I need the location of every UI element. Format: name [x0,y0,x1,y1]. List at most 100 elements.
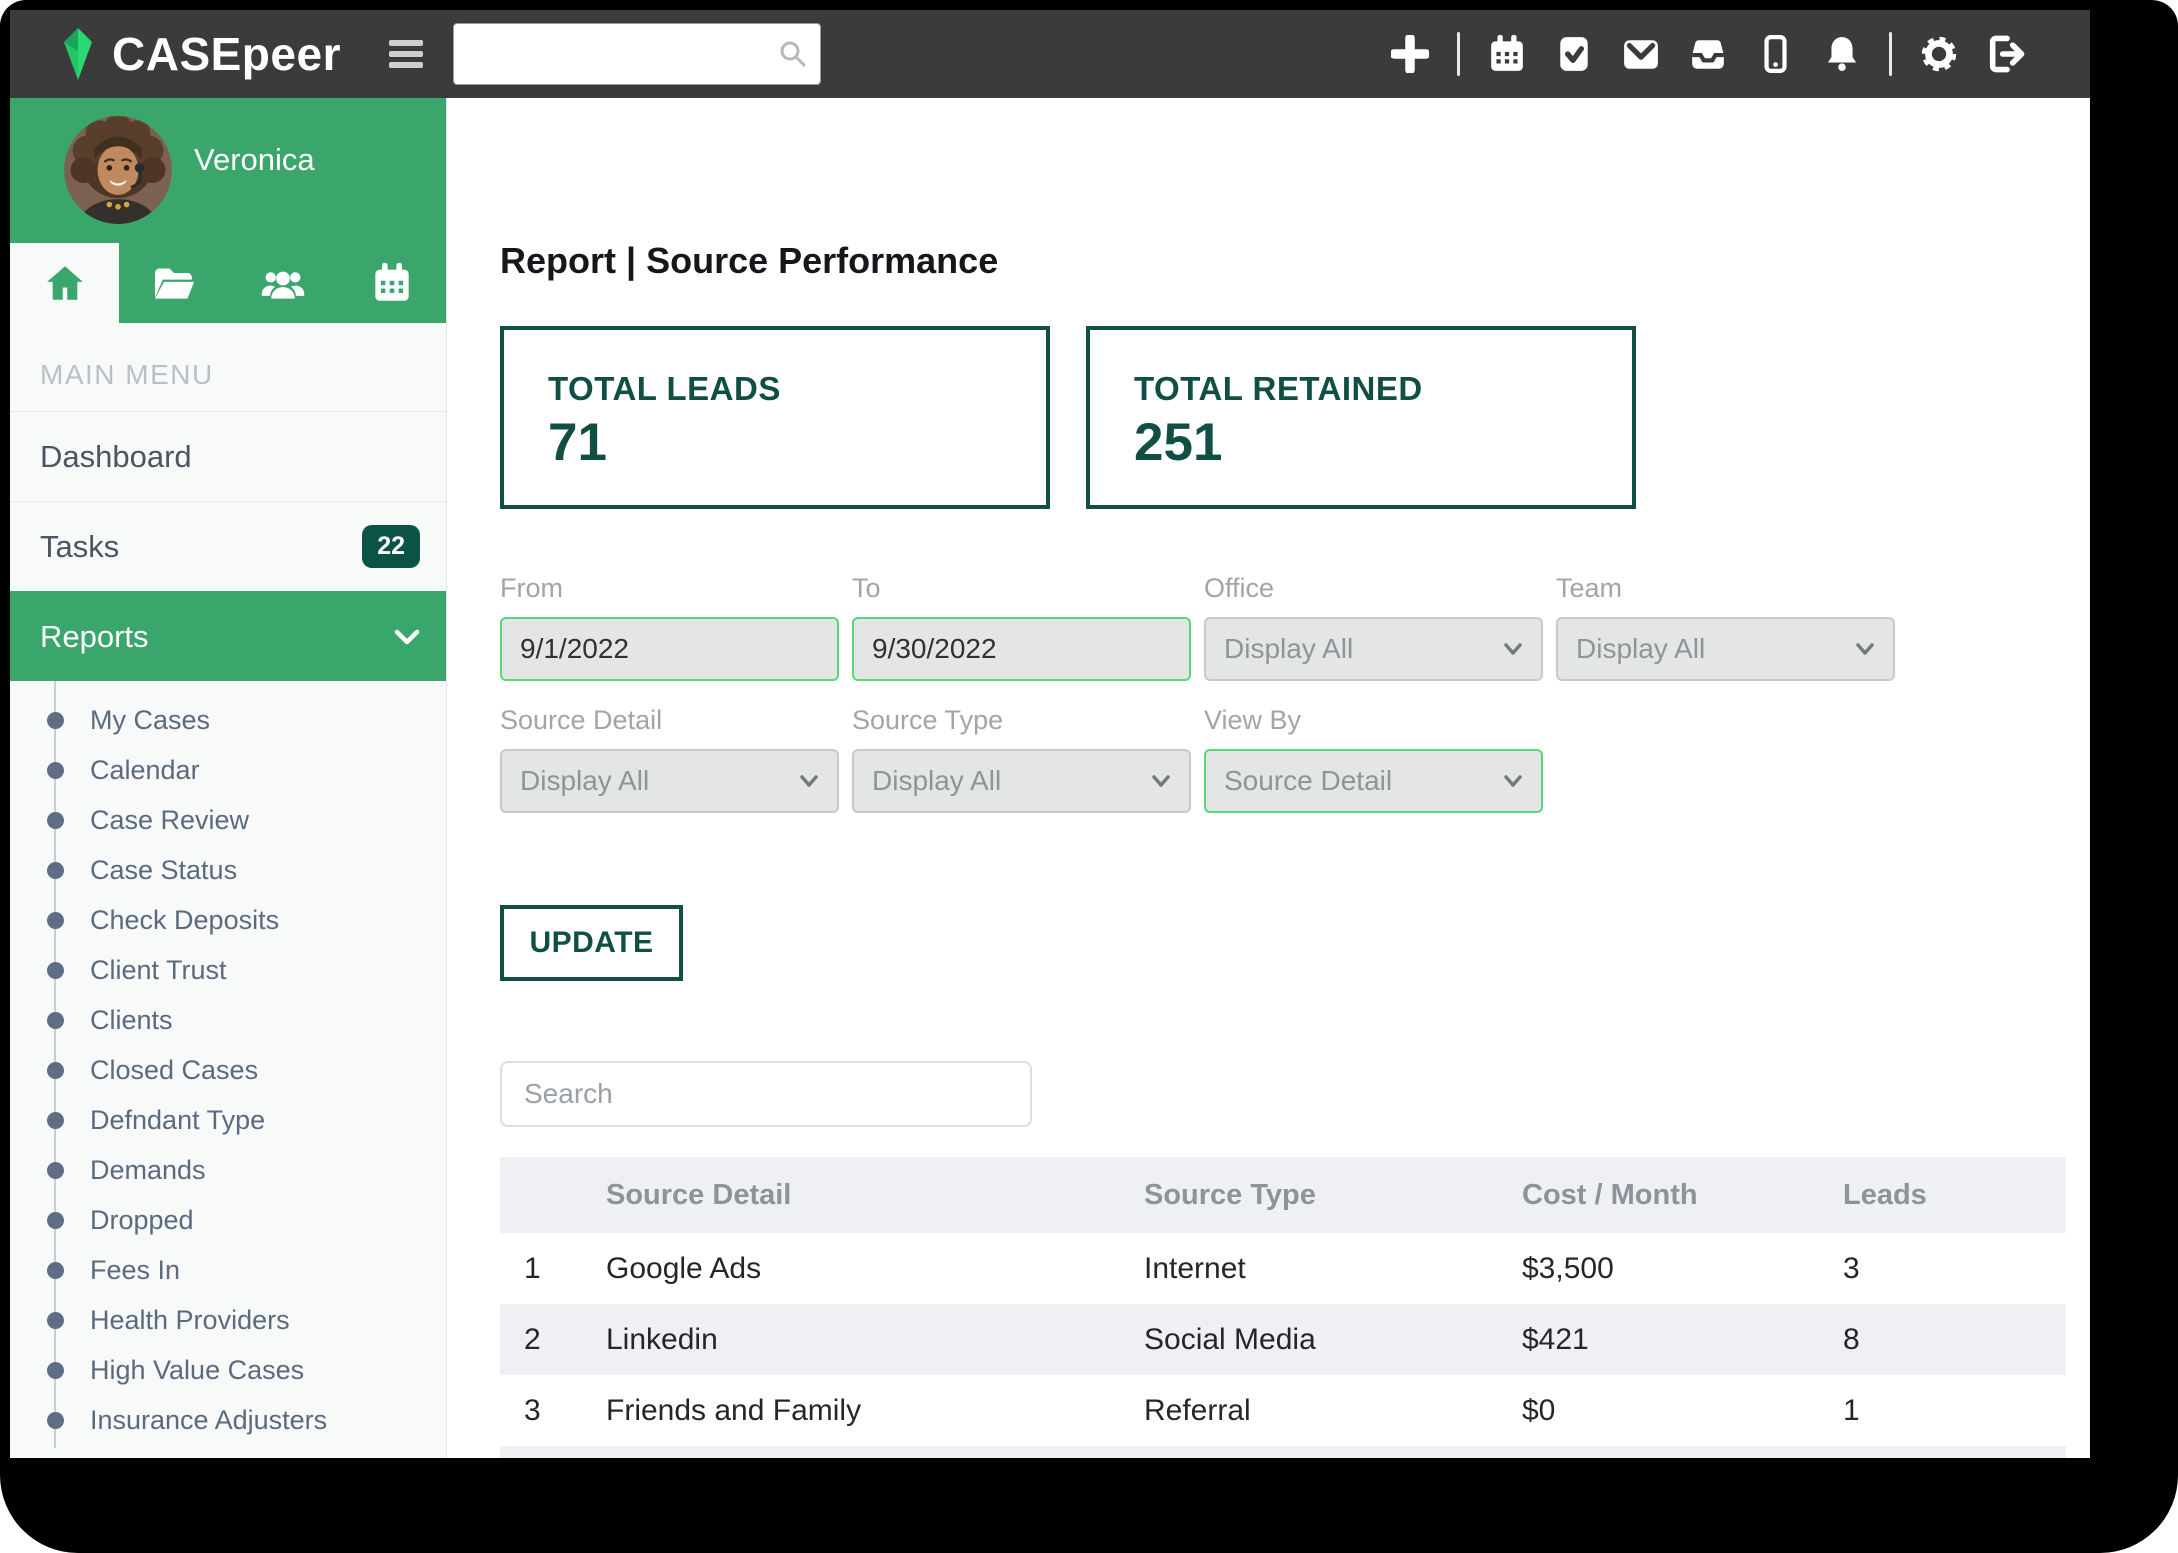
hamburger-menu-icon[interactable] [389,40,423,68]
team-select[interactable]: Display All [1556,617,1895,681]
to-date-input[interactable] [852,617,1191,681]
global-search [453,23,821,85]
search-icon [777,38,809,70]
folder-icon [152,264,196,302]
source-detail-label: Source Detail [500,705,839,736]
reports-submenu: My Cases Calendar Case Review Case Statu… [10,681,446,1458]
office-field: Office Display All [1204,573,1543,681]
user-name: Veronica [194,142,315,178]
sidebar-tabs [10,243,446,323]
from-label: From [500,573,839,604]
bullet-icon [47,1412,64,1429]
submenu-item-client-trust[interactable]: Client Trust [10,945,446,995]
bullet-icon [47,1162,64,1179]
table-row: 2 Linkedin Social Media $421 8 [500,1304,2066,1375]
source-type-label: Source Type [852,705,1191,736]
gear-icon[interactable] [1919,34,1959,74]
sidebar-item-reports[interactable]: Reports [10,591,446,681]
to-label: To [852,573,1191,604]
divider [1889,32,1892,76]
submenu-item-fees-in[interactable]: Fees In [10,1245,446,1295]
bullet-icon [47,762,64,779]
gem-logo-icon [54,27,98,81]
stat-label: TOTAL LEADS [548,370,1046,408]
avatar[interactable] [64,116,172,224]
submenu-item-demands[interactable]: Demands [10,1145,446,1195]
bullet-icon [47,912,64,929]
submenu-item-defndant-type[interactable]: Defndant Type [10,1095,446,1145]
submenu-item-high-value-cases[interactable]: High Value Cases [10,1345,446,1395]
device-frame: CASEpeer [0,0,2178,1553]
source-performance-table: Source Detail Source Type Cost / Month L… [500,1157,2066,1458]
plus-icon[interactable] [1390,34,1430,74]
column-header-cost-month: Cost / Month [1520,1179,1841,1212]
topbar: CASEpeer [10,10,2090,98]
submenu-item-case-status[interactable]: Case Status [10,845,446,895]
chevron-down-icon [1151,774,1171,788]
chevron-down-icon [1855,642,1875,656]
total-leads-card: TOTAL LEADS 71 [500,326,1050,509]
source-type-select[interactable]: Display All [852,749,1191,813]
envelope-icon[interactable] [1621,34,1661,74]
submenu-item-clients[interactable]: Clients [10,995,446,1045]
tasks-check-icon[interactable] [1554,34,1594,74]
tab-calendar[interactable] [337,243,446,323]
chevron-down-icon [799,774,819,788]
source-type-field: Source Type Display All [852,705,1191,813]
menu-item-label: Reports [40,619,149,655]
submenu-item-insurance-adjusters[interactable]: Insurance Adjusters [10,1395,446,1445]
update-button[interactable]: UPDATE [500,905,683,981]
team-label: Team [1556,573,1895,604]
casepeer-app: CASEpeer [10,10,2090,1458]
home-icon [44,264,86,302]
to-date-field: To [852,573,1191,681]
column-header-leads: Leads [1841,1179,2066,1212]
stat-cards: TOTAL LEADS 71 TOTAL RETAINED 251 [500,326,2090,509]
table-search-input[interactable] [500,1061,1032,1127]
submenu-item-case-review[interactable]: Case Review [10,795,446,845]
submenu-item-health-providers[interactable]: Health Providers [10,1295,446,1345]
calendar-icon[interactable] [1487,34,1527,74]
bullet-icon [47,812,64,829]
view-by-label: View By [1204,705,1543,736]
chevron-down-icon [394,628,420,646]
sidebar-item-tasks[interactable]: Tasks 22 [10,501,446,591]
stat-label: TOTAL RETAINED [1134,370,1632,408]
tab-contacts[interactable] [228,243,337,323]
source-detail-select[interactable]: Display All [500,749,839,813]
global-search-input[interactable] [453,23,821,85]
sidebar-item-dashboard[interactable]: Dashboard [10,411,446,501]
submenu-item-closed-cases[interactable]: Closed Cases [10,1045,446,1095]
office-select[interactable]: Display All [1204,617,1543,681]
stat-value: 251 [1134,412,1632,473]
bell-icon[interactable] [1822,34,1862,74]
casepeer-logo[interactable]: CASEpeer [54,27,341,81]
table-row: 3 Friends and Family Referral $0 1 [500,1375,2066,1446]
view-by-select[interactable]: Source Detail [1204,749,1543,813]
logo-text: CASEpeer [112,27,341,81]
report-filters: From To Office Display All [500,573,2090,813]
inbox-icon[interactable] [1688,34,1728,74]
topbar-icon-group [1390,32,2026,76]
bullet-icon [47,1362,64,1379]
sign-out-icon[interactable] [1986,34,2026,74]
column-header-source-detail: Source Detail [604,1179,1142,1212]
page-title: Report | Source Performance [500,240,2090,282]
submenu-item-dropped[interactable]: Dropped [10,1195,446,1245]
tab-cases[interactable] [119,243,228,323]
table-header-row: Source Detail Source Type Cost / Month L… [500,1157,2066,1233]
total-retained-card: TOTAL RETAINED 251 [1086,326,1636,509]
from-date-input[interactable] [500,617,839,681]
bullet-icon [47,962,64,979]
submenu-item-check-deposits[interactable]: Check Deposits [10,895,446,945]
view-by-field: View By Source Detail [1204,705,1543,813]
column-header-source-type: Source Type [1142,1179,1520,1212]
tab-home[interactable] [10,243,119,323]
tasks-count-badge: 22 [362,525,420,568]
divider [1457,32,1460,76]
screenshot: CASEpeer [0,0,2178,1553]
submenu-item-calendar[interactable]: Calendar [10,745,446,795]
users-icon [260,264,306,302]
submenu-item-my-cases[interactable]: My Cases [10,695,446,745]
mobile-icon[interactable] [1755,34,1795,74]
